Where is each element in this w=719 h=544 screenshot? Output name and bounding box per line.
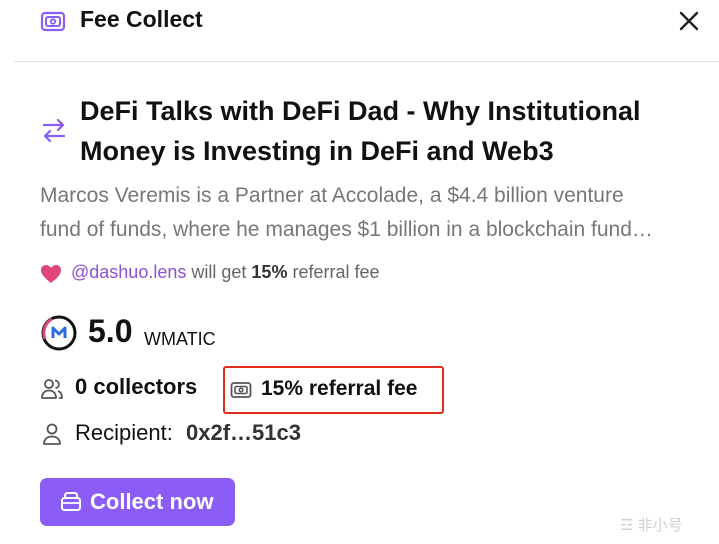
referral-percent: 15% — [251, 262, 288, 282]
heart-icon — [40, 264, 62, 284]
cash-icon — [230, 380, 252, 400]
recipient-label: Recipient: — [75, 420, 173, 445]
watermark-logo: ☲ 非小号 — [620, 517, 683, 534]
close-icon — [679, 11, 699, 31]
referrer-handle[interactable]: @dashuo.lens — [71, 262, 186, 282]
collect-now-label: Collect now — [90, 489, 214, 514]
referral-info: @dashuo.lens will get 15% referral fee — [71, 262, 380, 283]
referral-fee-label: 15% referral fee — [261, 377, 418, 400]
collect-icon — [60, 490, 82, 512]
price-amount: 5.0 — [88, 313, 133, 349]
dialog-title: Fee Collect — [80, 6, 203, 32]
user-icon — [41, 422, 63, 446]
close-button[interactable] — [675, 7, 703, 35]
wmatic-token-icon — [41, 315, 77, 351]
description-line-1: Marcos Veremis is a Partner at Accolade,… — [40, 184, 624, 207]
post-description: Marcos Veremis is a Partner at Accolade,… — [40, 179, 710, 247]
users-icon — [40, 377, 64, 401]
header-divider — [14, 61, 719, 62]
price-currency: WMATIC — [144, 329, 216, 349]
swap-arrows-icon — [40, 116, 68, 144]
collectors-count: 0 collectors — [75, 374, 198, 399]
recipient-address[interactable]: 0x2f…51c3 — [186, 420, 301, 446]
description-line-2: fund of funds, where he manages $1 billi… — [40, 218, 653, 241]
collect-now-button[interactable]: Collect now — [40, 478, 235, 526]
referral-text-after: referral fee — [292, 262, 380, 282]
wallet-icon — [40, 9, 66, 33]
referral-text-before: will get — [191, 262, 247, 282]
post-title[interactable]: DeFi Talks with DeFi Dad - Why Instituti… — [80, 91, 700, 171]
